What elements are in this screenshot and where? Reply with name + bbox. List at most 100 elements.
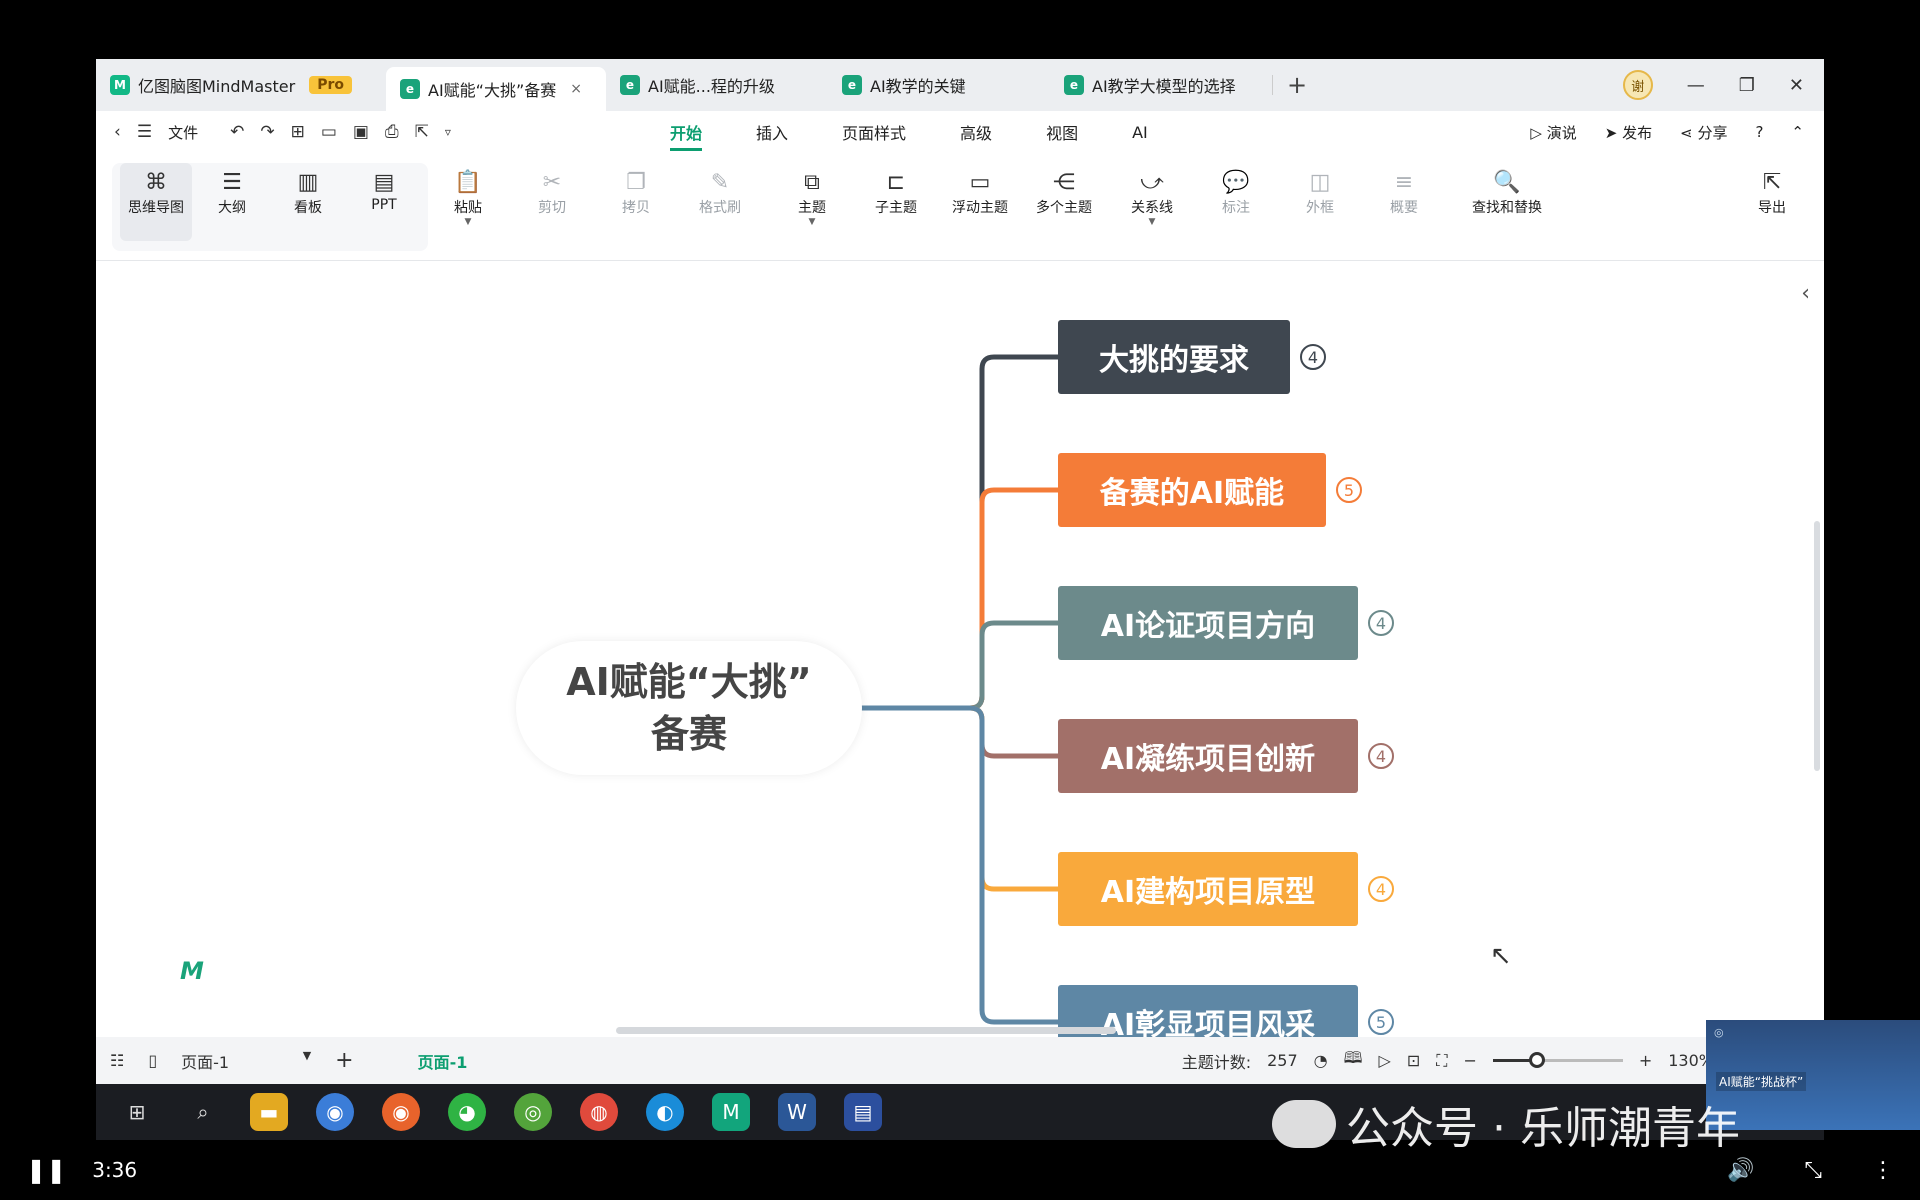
subtopic-count-badge[interactable]: 4 (1368, 610, 1394, 636)
tab-document-3[interactable]: e AI教学的关键 (828, 65, 1050, 105)
book-icon[interactable]: 🕮 (1344, 1047, 1363, 1074)
subtopic-count-badge[interactable]: 4 (1300, 344, 1326, 370)
word-icon[interactable]: W (778, 1093, 816, 1131)
subtopic-count-badge[interactable]: 5 (1336, 477, 1362, 503)
new-icon[interactable]: ⊞ (291, 122, 305, 142)
back-icon[interactable]: ‹ (114, 122, 121, 142)
theme-icon[interactable]: ◔ (1314, 1051, 1328, 1070)
menu-tab-page-style[interactable]: 页面样式 (842, 120, 906, 144)
callout-button[interactable]: 💬 标注 (1200, 169, 1272, 217)
edge-icon[interactable]: ◐ (646, 1093, 684, 1131)
menu-tab-advanced[interactable]: 高级 (960, 120, 992, 144)
export-button[interactable]: ⇱ 导出 (1736, 169, 1808, 217)
paste-button[interactable]: 📋 粘贴 ▼ (432, 169, 504, 227)
zoom-in-button[interactable]: + (1639, 1051, 1652, 1070)
mindmap-canvas[interactable]: AI赋能“大挑” 备赛 大挑的要求 4 备赛的AI赋能 5 AI论证项目方向 4 AI凝练项… (96, 261, 1824, 1059)
zoom-out-button[interactable]: − (1463, 1051, 1476, 1070)
presenter-caption: AI赋能“挑战杯” (1716, 1072, 1807, 1091)
find-replace-button[interactable]: 🔍 查找和替换 (1462, 169, 1552, 217)
minimize-icon[interactable]: — (1687, 75, 1705, 96)
app-icon[interactable]: ◎ (514, 1093, 552, 1131)
menu-tab-start[interactable]: 开始 (670, 120, 703, 151)
side-panel-toggle-icon[interactable]: ‹ (1801, 281, 1810, 306)
central-topic[interactable]: AI赋能“大挑” 备赛 (516, 641, 862, 775)
outline-panel-icon[interactable]: ☷ (110, 1051, 124, 1070)
customize-chevron-icon[interactable]: ▿ (445, 125, 451, 139)
kanban-view-button[interactable]: ▥ 看板 (272, 169, 344, 217)
subtopic-count-badge[interactable]: 5 (1368, 1009, 1394, 1035)
browser-icon[interactable]: ◉ (316, 1093, 354, 1131)
menu-icon[interactable]: ☰ (137, 122, 152, 142)
add-page-button[interactable]: + (335, 1048, 353, 1073)
topic-node[interactable]: 大挑的要求 (1058, 320, 1290, 394)
new-tab-button[interactable]: + (1287, 71, 1307, 99)
subtopic-count-badge[interactable]: 4 (1368, 876, 1394, 902)
page-tab-active[interactable]: 页面-1 (418, 1049, 468, 1073)
wechat-icon[interactable]: ◕ (448, 1093, 486, 1131)
publish-button[interactable]: ➤ 发布 (1605, 122, 1652, 143)
horizontal-scrollbar[interactable] (616, 1027, 1116, 1034)
mouse-cursor-icon: ↖ (1490, 941, 1512, 971)
firefox-icon[interactable]: ◉ (382, 1093, 420, 1131)
menu-tab-ai[interactable]: AI (1132, 123, 1148, 142)
tab-document-active[interactable]: e AI赋能“大挑”备赛 × (386, 67, 606, 111)
topic-node[interactable]: AI论证项目方向 (1058, 586, 1358, 660)
windows-start-icon[interactable]: ⊞ (118, 1093, 156, 1131)
tab-app-home[interactable]: M 亿图脑图MindMaster Pro (96, 65, 386, 105)
share-button[interactable]: ⋖ 分享 (1680, 122, 1727, 143)
search-icon[interactable]: ⌕ (184, 1093, 222, 1131)
volume-icon[interactable]: 🔊 (1727, 1158, 1754, 1183)
tab-document-2[interactable]: e AI赋能...程的升级 (606, 65, 828, 105)
topic-node[interactable]: 备赛的AI赋能 (1058, 453, 1326, 527)
restore-icon[interactable]: ❐ (1739, 75, 1755, 96)
app-window-icon[interactable]: ▤ (844, 1093, 882, 1131)
cut-button[interactable]: ✂ 剪切 (516, 169, 588, 217)
zoom-slider[interactable] (1492, 1052, 1623, 1068)
topic-node[interactable]: AI凝练项目创新 (1058, 719, 1358, 793)
menu-tab-view[interactable]: 视图 (1046, 120, 1078, 144)
copy-button[interactable]: ❐ 拷贝 (600, 169, 672, 217)
tab-document-4[interactable]: e AI教学大模型的选择 (1050, 65, 1272, 105)
more-options-icon[interactable]: ⋮ (1872, 1158, 1894, 1183)
ppt-view-button[interactable]: ▤ PPT (348, 169, 420, 213)
relationship-button[interactable]: ⤻ 关系线 ▼ (1116, 169, 1188, 227)
file-explorer-icon[interactable]: ▬ (250, 1093, 288, 1131)
close-icon[interactable]: × (570, 81, 582, 97)
print-icon[interactable]: ⎙ (385, 122, 399, 142)
subtopic-count-badge[interactable]: 4 (1368, 743, 1394, 769)
subtopic-button[interactable]: ⊏ 子主题 (860, 169, 932, 217)
pause-icon[interactable]: ❚❚ (26, 1156, 66, 1184)
file-menu[interactable]: 文件 (168, 122, 198, 143)
summary-button[interactable]: ≡ 概要 (1368, 169, 1440, 217)
export-quick-icon[interactable]: ⇱ (415, 122, 429, 142)
present-button[interactable]: ▷ 演说 (1530, 122, 1576, 143)
chrome-icon[interactable]: ◍ (580, 1093, 618, 1131)
topic-node[interactable]: AI建构项目原型 (1058, 852, 1358, 926)
fullscreen-icon[interactable]: ⛶ (1436, 1051, 1447, 1071)
format-painter-button[interactable]: ✎ 格式刷 (684, 169, 756, 217)
zoom-slider-knob[interactable] (1528, 1052, 1545, 1068)
open-folder-icon[interactable]: ▭ (321, 122, 337, 142)
undo-icon[interactable]: ↶ (230, 122, 244, 142)
exit-fullscreen-icon[interactable]: ⤡ (1804, 1158, 1822, 1183)
topic-button[interactable]: ⧉ 主题 ▼ (776, 169, 848, 227)
collapse-ribbon-icon[interactable]: ⌃ (1791, 123, 1804, 141)
boundary-icon: ◫ (1309, 170, 1331, 195)
page-select[interactable]: 页面-1 ▼ (181, 1049, 311, 1073)
menu-tab-insert[interactable]: 插入 (756, 120, 788, 144)
help-icon[interactable]: ? (1755, 123, 1763, 141)
page-list-icon[interactable]: ▯ (148, 1051, 157, 1070)
vertical-scrollbar[interactable] (1814, 521, 1820, 771)
user-avatar[interactable]: 谢 (1622, 70, 1653, 100)
mindmaster-taskbar-icon[interactable]: M (712, 1093, 750, 1131)
outline-view-button[interactable]: ☰ 大纲 (196, 169, 268, 217)
play-slideshow-icon[interactable]: ▷ (1379, 1051, 1391, 1070)
mindmap-view-button[interactable]: ⌘ 思维导图 (120, 163, 192, 241)
floating-topic-button[interactable]: ▭ 浮动主题 (944, 169, 1016, 217)
save-icon[interactable]: ▣ (353, 122, 369, 142)
fit-page-icon[interactable]: ⊡ (1407, 1051, 1420, 1070)
boundary-button[interactable]: ◫ 外框 (1284, 169, 1356, 217)
close-window-icon[interactable]: ✕ (1789, 75, 1804, 96)
redo-icon[interactable]: ↷ (260, 122, 274, 142)
multiple-topics-button[interactable]: ⋲ 多个主题 (1028, 169, 1100, 217)
